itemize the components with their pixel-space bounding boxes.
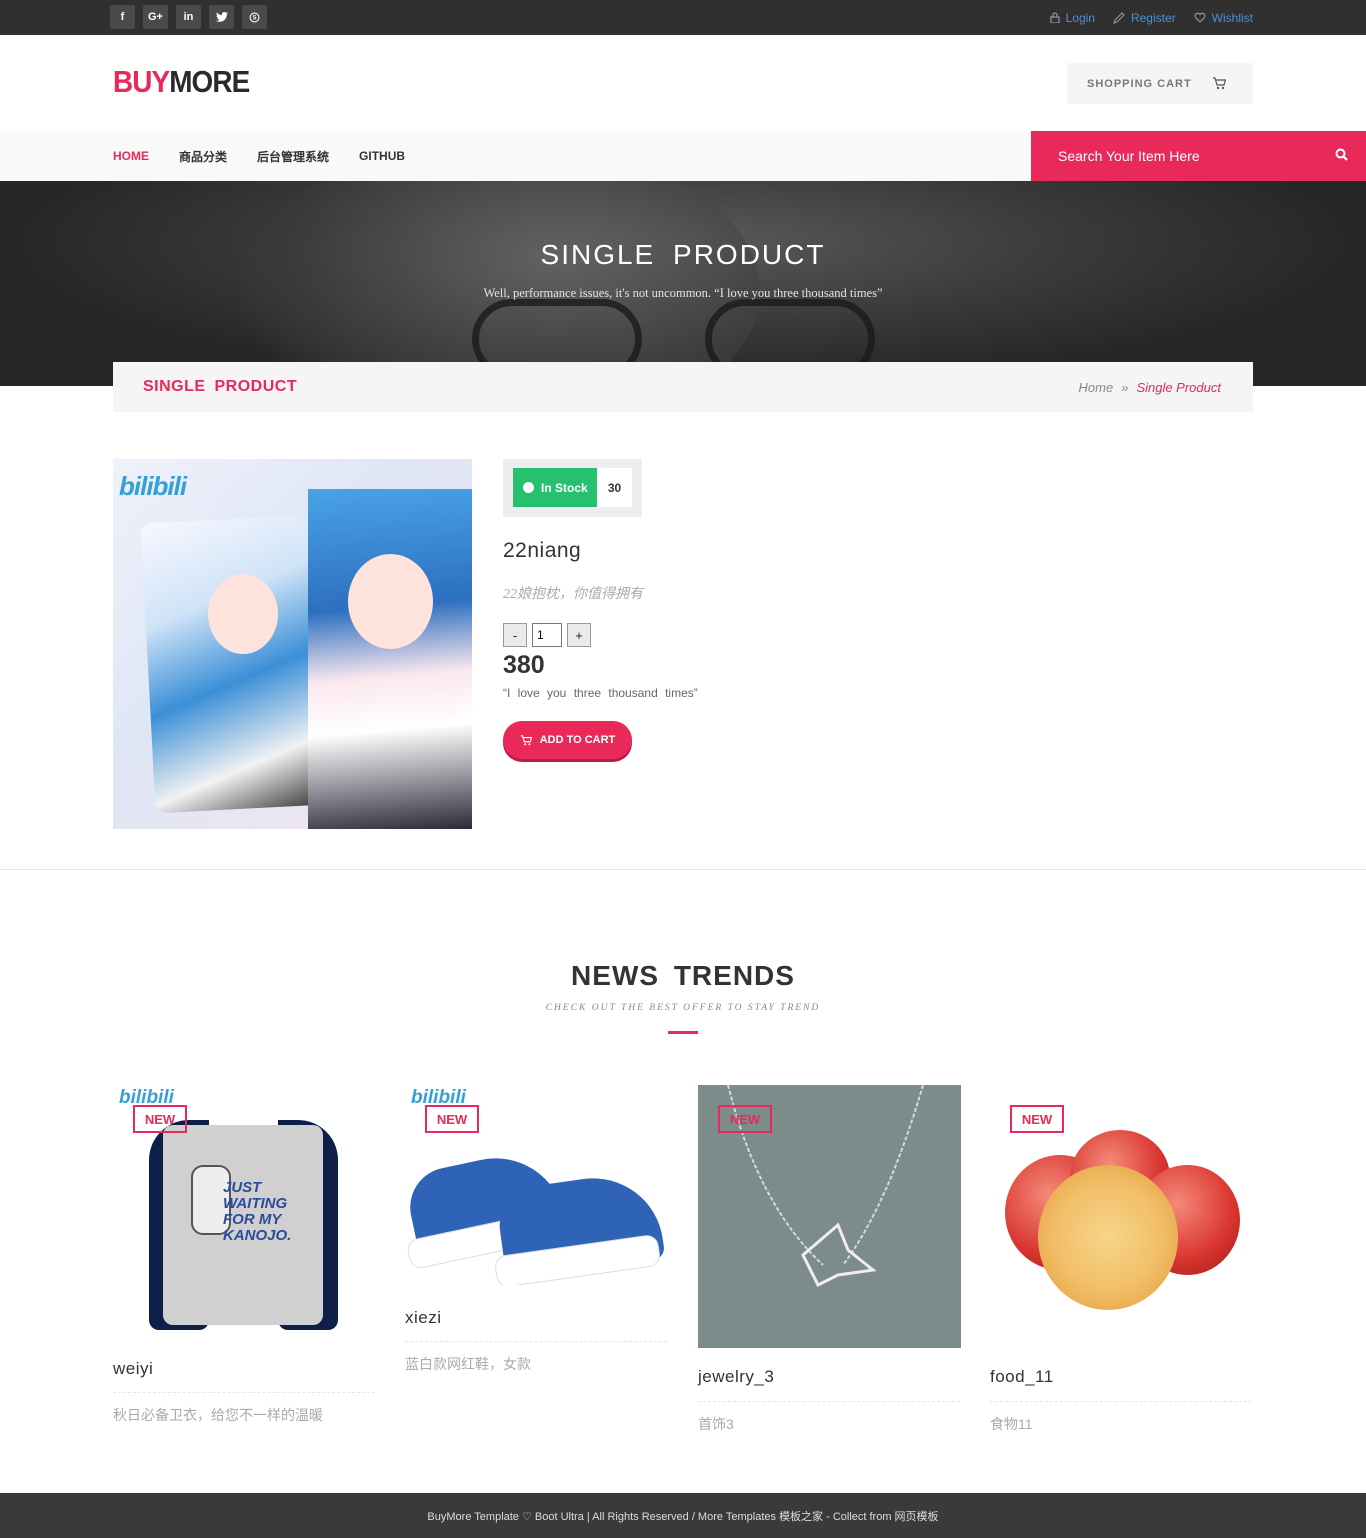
product-card-desc: 食物11	[990, 1416, 1033, 1432]
twitter-icon[interactable]	[209, 5, 234, 29]
product-card-name[interactable]: food_11	[990, 1367, 1054, 1387]
product-card-divider	[405, 1341, 667, 1342]
section-divider	[0, 869, 1366, 870]
section-title: NEWS TRENDS	[571, 960, 795, 991]
hero-banner: SINGLE PRODUCT Well, performance issues,…	[0, 181, 1366, 386]
stock-status: In Stock 30	[503, 459, 642, 517]
breadcrumb-bar: SINGLE PRODUCT Home » Single Product	[113, 362, 1253, 412]
product-card-weiyi[interactable]: bilibili JUST WAITING FOR MY KANOJO. NEW we…	[113, 1085, 375, 1430]
stock-count: 30	[597, 468, 632, 507]
register-label: Register	[1130, 10, 1176, 25]
pencil-icon	[1113, 11, 1125, 24]
product-image-pillow-right	[308, 489, 472, 829]
new-badge: NEW	[1010, 1105, 1064, 1133]
stock-dot-icon	[523, 482, 534, 493]
new-badge: NEW	[425, 1105, 479, 1133]
nav-item-github[interactable]: GITHUB	[359, 149, 405, 163]
logo-part-buy: BUY	[113, 64, 170, 99]
quantity-minus-button[interactable]: -	[503, 623, 527, 647]
search-bar	[1031, 131, 1366, 181]
product-name: 22niang	[503, 539, 582, 562]
quantity-stepper: - +	[503, 623, 591, 647]
shirt-print-text: JUST WAITING FOR MY KANOJO.	[223, 1179, 292, 1244]
linkedin-icon[interactable]: in	[176, 5, 201, 29]
product-card-xiezi[interactable]: bilibili NEW xiezi 蓝白款网红鞋，女款	[405, 1085, 667, 1385]
shopping-cart-button[interactable]: SHOPPING CART	[1067, 63, 1253, 104]
product-card-divider	[113, 1392, 375, 1393]
hero-title: SINGLE PRODUCT	[540, 239, 826, 270]
register-link[interactable]: Register	[1113, 11, 1176, 25]
breadcrumb-current: Single Product	[1136, 380, 1221, 395]
nav-item-admin[interactable]: 后台管理系统	[257, 148, 329, 165]
logo-part-more: MORE	[169, 64, 250, 99]
product-card-name[interactable]: xiezi	[405, 1308, 442, 1328]
product-card-name[interactable]: weiyi	[113, 1359, 153, 1379]
product-image: bilibili	[113, 459, 472, 829]
new-badge: NEW	[133, 1105, 187, 1133]
section-underline	[668, 1031, 698, 1034]
site-logo[interactable]: BUYMORE	[113, 64, 250, 100]
quantity-input[interactable]	[532, 623, 562, 647]
facebook-icon[interactable]: f	[110, 5, 135, 29]
product-card-divider	[990, 1401, 1252, 1402]
login-label: Login	[1065, 10, 1095, 25]
product-card-food-11[interactable]: NEW food_11 食物11	[990, 1085, 1253, 1435]
product-price: 380	[503, 651, 545, 679]
search-icon[interactable]	[1335, 148, 1348, 161]
bilibili-logo: bilibili	[119, 471, 187, 501]
google-plus-icon[interactable]: G+	[143, 5, 168, 29]
heart-icon	[1194, 12, 1206, 23]
product-quote: “I love you three thousand times”	[503, 686, 698, 700]
footer-text: BuyMore Template ♡ Boot Ultra | All Righ…	[427, 1510, 939, 1523]
product-card-divider	[698, 1401, 960, 1402]
in-stock-label: In Stock	[541, 480, 588, 495]
product-image-face-right	[348, 554, 433, 649]
add-to-cart-label: ADD TO CART	[539, 734, 616, 746]
nav-item-home[interactable]: HOME	[113, 149, 149, 163]
apple-cut-half	[1038, 1165, 1178, 1310]
product-image-face-left	[208, 574, 278, 654]
breadcrumb: Home » Single Product	[1079, 380, 1221, 395]
product-card-desc: 秋日必备卫衣，给您不一样的温暖	[113, 1407, 323, 1423]
top-bar: f G+ in S Login Register Wishlist	[0, 0, 1366, 35]
skype-icon[interactable]: S	[242, 5, 267, 29]
product-card-name[interactable]: jewelry_3	[698, 1367, 774, 1387]
new-badge: NEW	[718, 1105, 772, 1133]
search-input[interactable]	[1058, 148, 1318, 164]
nav-item-categories[interactable]: 商品分类	[179, 148, 227, 165]
product-card-desc: 蓝白款网红鞋，女款	[405, 1356, 531, 1372]
site-header: BUYMORE SHOPPING CART	[0, 35, 1366, 131]
product-image-pillow-left	[140, 514, 331, 814]
in-stock-badge: In Stock	[513, 468, 597, 507]
wishlist-label: Wishlist	[1211, 10, 1253, 25]
section-subtitle: CHECK OUT THE BEST OFFER TO STAY TREND	[545, 1003, 821, 1013]
cart-icon	[520, 734, 532, 745]
login-link[interactable]: Login	[1049, 10, 1095, 25]
wishlist-link[interactable]: Wishlist	[1194, 11, 1253, 25]
site-footer: BuyMore Template ♡ Boot Ultra | All Righ…	[0, 1493, 1366, 1538]
page-title: SINGLE PRODUCT	[143, 378, 298, 395]
breadcrumb-separator-icon: »	[1121, 380, 1129, 395]
add-to-cart-button[interactable]: ADD TO CART	[503, 721, 632, 759]
product-card-jewelry-3[interactable]: NEW jewelry_3 首饰3	[698, 1085, 961, 1435]
cart-icon	[1212, 77, 1226, 90]
breadcrumb-home[interactable]: Home	[1079, 380, 1114, 395]
svg-text:S: S	[252, 15, 256, 21]
quantity-plus-button[interactable]: +	[567, 623, 591, 647]
product-card-desc: 首饰3	[698, 1416, 734, 1432]
social-links: f G+ in S	[110, 5, 267, 29]
product-description: 22娘抱枕，你值得拥有	[503, 587, 643, 602]
shopping-cart-label: SHOPPING CART	[1087, 77, 1192, 90]
hero-subtitle: Well, performance issues, it's not uncom…	[483, 286, 883, 300]
account-links: Login Register Wishlist	[1049, 0, 1253, 35]
lock-icon	[1049, 12, 1060, 23]
